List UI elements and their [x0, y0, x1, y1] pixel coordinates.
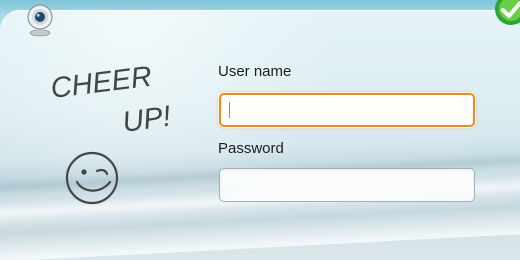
webcam-icon	[27, 4, 53, 37]
text-caret	[229, 102, 230, 118]
cheer-text: CHEER	[49, 61, 154, 105]
green-status-icon	[495, 0, 520, 25]
login-window: CHEER UP! User name Password	[0, 0, 520, 260]
cheer-up-doodle: CHEER UP!	[49, 61, 173, 205]
password-label: Password	[218, 140, 284, 157]
password-input[interactable]	[219, 168, 475, 202]
username-label: User name	[218, 63, 292, 80]
smiley-doodle-icon	[65, 151, 119, 205]
up-text: UP!	[121, 101, 173, 139]
username-input[interactable]	[219, 93, 475, 127]
